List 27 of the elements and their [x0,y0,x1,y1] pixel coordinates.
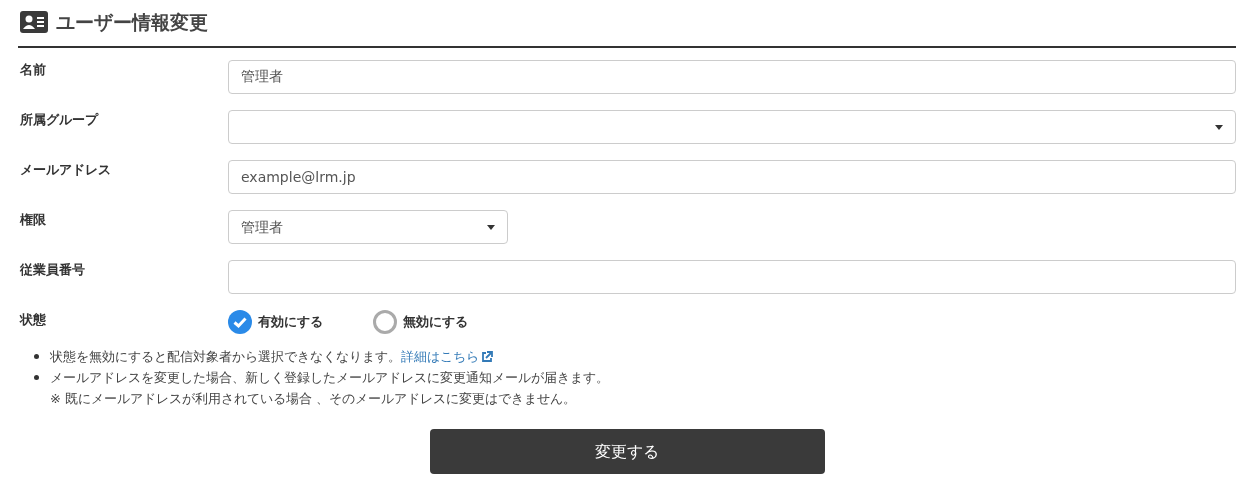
caret-icon [1215,124,1223,130]
bullet-icon [34,375,39,380]
select-field[interactable] [228,110,1236,144]
field-label: メールアドレス [19,161,112,179]
radio-icon [373,310,397,334]
submit-button[interactable]: 変更する [429,429,825,474]
external-link-icon [481,350,493,363]
checked-radio-icon [228,310,252,334]
input-field[interactable]: 管理者 [228,60,1236,94]
field-label: 状態 [18,311,47,329]
field-label: 従業員番号 [19,261,86,279]
note-text: 状態を無効にすると配信対象者から選択できなくなります。 [50,348,401,366]
details-link[interactable]: 詳細はこちら [401,346,493,367]
radio-option[interactable]: 無効にする [373,310,468,334]
note-text: メールアドレスを変更した場合、新しく登録したメールアドレスに変更通知メールが届きます。 [50,369,609,387]
note-text: ※ 既にメールアドレスが利用されている場合 、そのメールアドレスに変更はできません。 [50,390,578,408]
page-title: ユーザー情報変更 [56,9,208,35]
field-label: 名前 [19,61,47,79]
input-field[interactable] [228,260,1236,294]
radio-option[interactable]: 有効にする [228,310,323,334]
input-field[interactable]: example@lrm.jp [228,160,1236,194]
caret-icon [487,224,495,230]
id-card-icon [20,11,48,33]
field-label: 権限 [18,211,47,229]
field-label: 所属グループ [19,111,100,129]
bullet-icon [34,354,39,359]
select-field[interactable]: 管理者 [228,210,508,244]
